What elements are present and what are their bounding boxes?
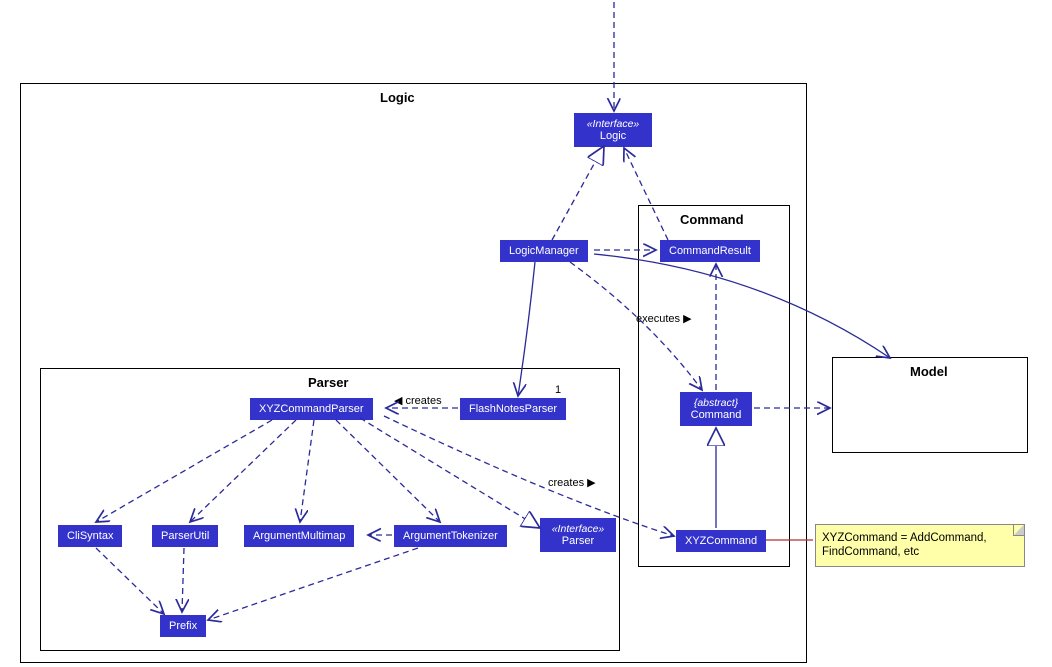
- node-logic-interface: «Interface» Logic: [574, 113, 652, 147]
- mult-one: 1: [555, 384, 561, 396]
- logic-iface-stereotype: «Interface»: [583, 118, 643, 130]
- node-parser-interface: «Interface» Parser: [540, 518, 616, 552]
- node-flashnotes-parser: FlashNotesParser: [460, 398, 566, 420]
- node-argument-tokenizer: ArgumentTokenizer: [394, 525, 507, 547]
- note-line1: XYZCommand = AddCommand,: [822, 532, 987, 544]
- argument-multimap-name: ArgumentMultimap: [253, 530, 345, 542]
- logic-manager-name: LogicManager: [509, 245, 579, 257]
- pkg-command-label: Command: [680, 212, 744, 227]
- node-prefix: Prefix: [160, 615, 206, 637]
- note-line2: FindCommand, etc: [822, 546, 919, 558]
- xyz-command-name: XYZCommand: [685, 535, 757, 547]
- pkg-parser-label: Parser: [308, 375, 348, 390]
- command-result-name: CommandResult: [669, 245, 751, 257]
- node-argument-multimap: ArgumentMultimap: [244, 525, 354, 547]
- parser-iface-stereotype: «Interface»: [549, 523, 607, 535]
- label-executes: executes ▶: [636, 312, 692, 325]
- node-parser-util: ParserUtil: [152, 525, 218, 547]
- node-cli-syntax: CliSyntax: [58, 525, 122, 547]
- cli-syntax-name: CliSyntax: [67, 530, 113, 542]
- abstract-command-stereotype: {abstract}: [689, 397, 743, 409]
- argument-tokenizer-name: ArgumentTokenizer: [403, 530, 498, 542]
- prefix-name: Prefix: [169, 620, 197, 632]
- node-command-result: CommandResult: [660, 240, 760, 262]
- pkg-logic-label: Logic: [380, 90, 415, 105]
- flashnotes-parser-name: FlashNotesParser: [469, 403, 557, 415]
- label-creates-command: creates ▶: [548, 476, 596, 489]
- node-logic-manager: LogicManager: [500, 240, 588, 262]
- note-xyz-command: XYZCommand = AddCommand, FindCommand, et…: [815, 524, 1025, 567]
- node-xyz-command-parser: XYZCommandParser: [250, 398, 373, 420]
- parser-util-name: ParserUtil: [161, 530, 209, 542]
- parser-iface-name: Parser: [549, 535, 607, 547]
- label-creates-parser: ◀ creates: [394, 394, 442, 407]
- node-abstract-command: {abstract} Command: [680, 392, 752, 426]
- xyz-command-parser-name: XYZCommandParser: [259, 403, 364, 415]
- abstract-command-name: Command: [689, 409, 743, 421]
- logic-iface-name: Logic: [583, 130, 643, 142]
- pkg-model-label: Model: [910, 364, 948, 379]
- diagram-canvas: Logic Parser Command Model «Interface» L…: [0, 0, 1052, 667]
- node-xyz-command: XYZCommand: [676, 530, 766, 552]
